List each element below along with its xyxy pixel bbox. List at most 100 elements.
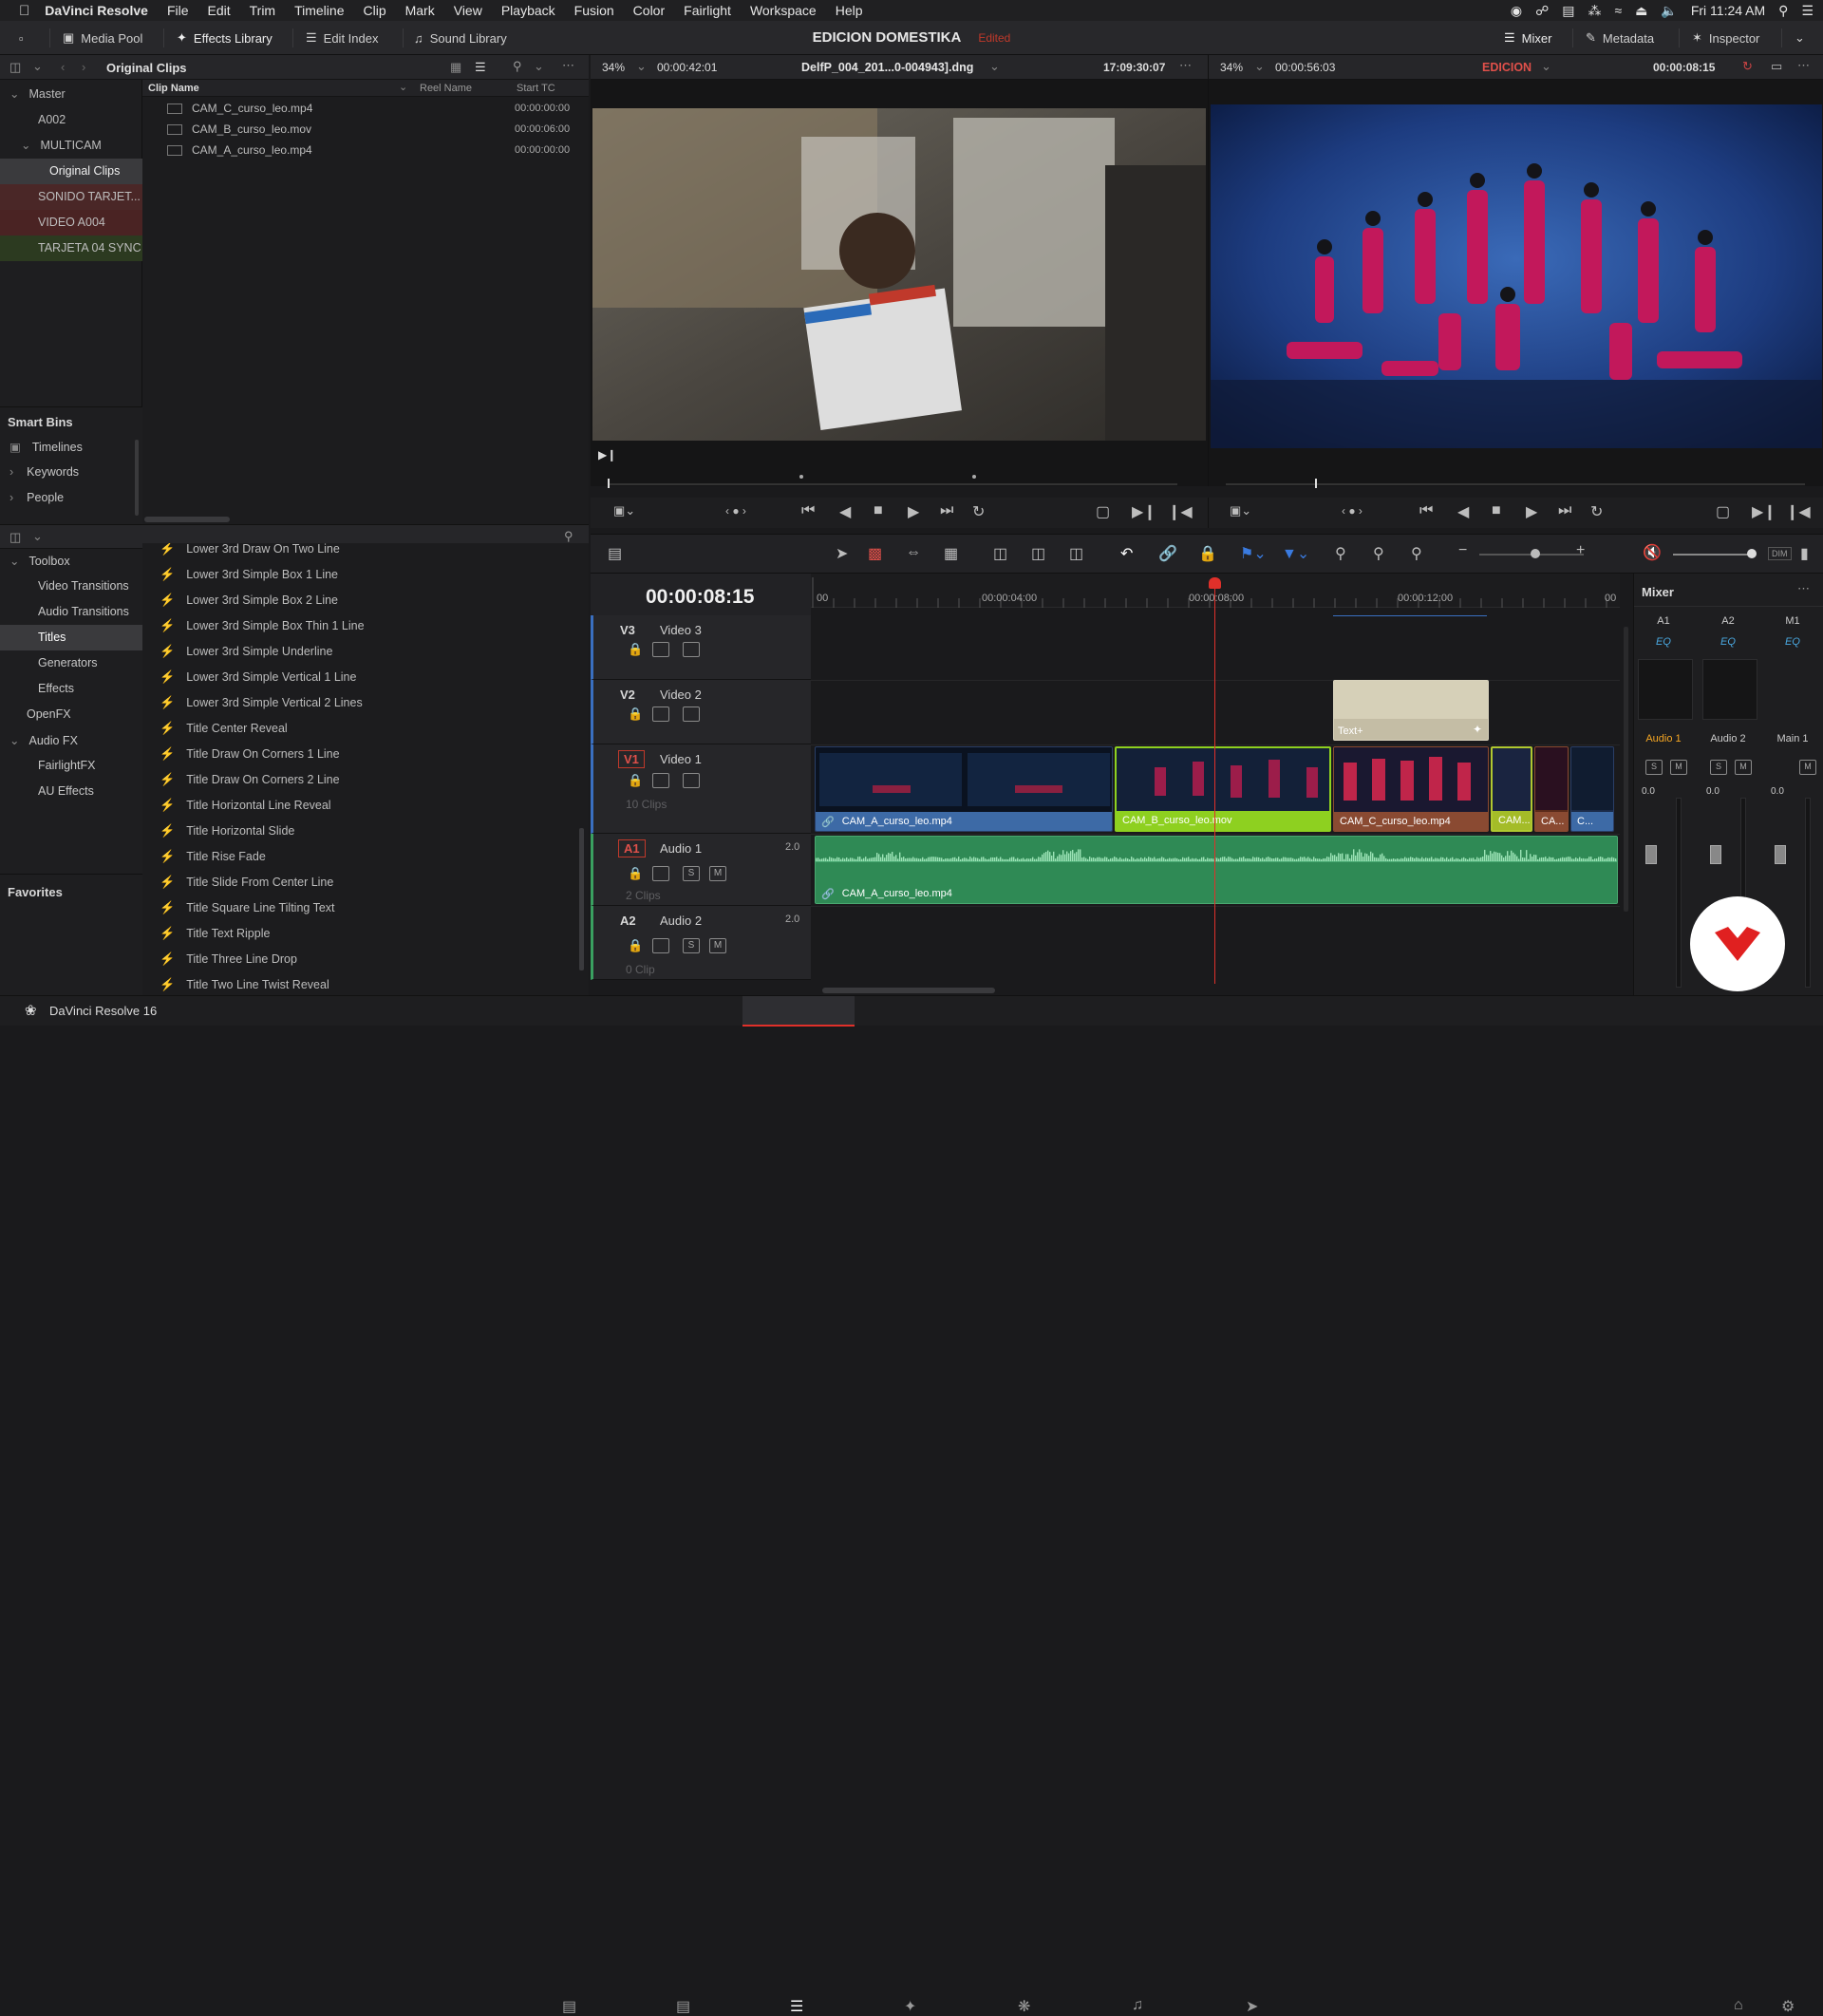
back-icon[interactable]: ‹ [61,60,65,74]
effect-item[interactable]: ⚡ Title Rise Fade [142,843,589,869]
eq-m1[interactable]: EQ [1765,636,1820,648]
effect-item[interactable]: ⚡ Title Draw On Corners 1 Line [142,741,589,766]
dynamic-trim-icon[interactable]: ⇔ [906,544,921,561]
bin-a002[interactable]: A002 [0,107,142,133]
insert-clip-icon[interactable]: ◫ [993,544,1007,563]
track-name[interactable]: Audio 2 [660,914,702,928]
zoom-custom-icon[interactable]: ⚲ [1411,544,1422,563]
toolbox-titles-selected[interactable] [0,625,142,650]
audio-fx-node[interactable]: ⌄ Audio FX [9,733,78,747]
master-volume-knob[interactable] [1747,549,1757,558]
track-enable-icon[interactable] [683,707,700,722]
zoom-full-icon[interactable]: ⚲ [1335,544,1346,563]
more-options-icon[interactable]: ⋯ [1797,581,1810,596]
play-to-end-icon[interactable]: ▶❙ [598,448,616,462]
track-header-a1[interactable]: A1 Audio 1 2.0 🔒 S M 2 Clips [591,834,811,906]
mark-in-icon[interactable]: ▶❙ [1752,502,1776,521]
skip-back-icon[interactable]: ⏮ [801,502,815,519]
mixer-mute-m1[interactable]: M [1799,760,1816,775]
zoom-chevron-icon[interactable]: ⌄ [1254,59,1265,74]
search-icon[interactable]: ⚲ [564,529,573,544]
edit-index-button[interactable]: ☰ Edit Index [300,27,384,49]
bin-video-a004[interactable]: VIDEO A004 [0,210,142,236]
sound-library-button[interactable]: ♫ Sound Library [408,27,513,49]
play-reverse-icon[interactable]: ◀ [1457,502,1469,521]
match-frame-icon[interactable]: ▢ [1716,502,1730,521]
video-clip-cam-b[interactable]: CAM_B_curso_leo.mov [1115,746,1331,832]
col-clip-name[interactable]: Clip Name [148,83,199,94]
effect-item[interactable]: ⚡ Title Square Line Tilting Text [142,895,589,920]
trim-tool-icon[interactable]: ▩ [868,544,882,563]
pan-a2[interactable] [1702,659,1757,720]
effect-item[interactable]: ⚡ Title Horizontal Line Reveal [142,792,589,818]
toolbox-openfx[interactable]: OpenFX [27,707,71,721]
video-clip-cam-c[interactable]: CAM_C_curso_leo.mp4 [1333,746,1489,832]
replace-clip-icon[interactable]: ◫ [1069,544,1083,563]
zoom-slider-knob[interactable] [1531,549,1540,558]
effect-item[interactable]: ⚡ Lower 3rd Simple Underline [142,638,589,664]
zoom-out-icon[interactable]: − [1458,542,1467,559]
marker-icon[interactable]: ▼⌄ [1282,544,1309,563]
skip-forward-icon[interactable]: ⏭ [1558,502,1571,519]
track-id-destination[interactable]: V1 [618,750,645,768]
menu-edit[interactable]: Edit [208,3,231,18]
toolbox-node[interactable]: ⌄ Toolbox [9,554,70,568]
zoom-detail-icon[interactable]: ⚲ [1373,544,1384,563]
fader-a2[interactable] [1710,845,1721,864]
menu-clip[interactable]: Clip [363,3,385,18]
menu-mark[interactable]: Mark [405,3,435,18]
effect-item[interactable]: ⚡ Title Two Line Twist Reveal [142,971,589,995]
timeline-vscrollbar[interactable] [1624,627,1628,912]
volume-icon[interactable]: 🔈 [1661,3,1677,19]
effect-item[interactable]: ⚡ Lower 3rd Simple Vertical 2 Lines [142,689,589,715]
mute-button[interactable]: M [709,866,726,881]
toolbox-effects[interactable]: Effects [38,682,74,695]
bin-sonido[interactable]: SONIDO TARJET... [0,184,142,210]
drive-icon[interactable]: ▤ [1562,3,1574,19]
sync-icon[interactable]: ↻ [1742,59,1753,74]
effect-item[interactable]: ⚡ Title Center Reveal [142,715,589,741]
pan-a1[interactable] [1638,659,1693,720]
sort-chevron-icon[interactable]: ⌄ [399,81,407,93]
fader-m1[interactable] [1775,845,1786,864]
clip-row[interactable]: CAM_B_curso_leo.mov 00:00:06:00 [142,119,589,140]
lock-icon[interactable]: 🔒 [628,938,643,953]
wifi-icon[interactable]: ≈ [1614,3,1622,18]
overwrite-clip-icon[interactable]: ◫ [1031,544,1045,563]
track-enable-icon[interactable] [683,642,700,657]
blade-tool-icon[interactable]: ▦ [944,544,958,563]
clip-row[interactable]: CAM_C_curso_leo.mp4 00:00:00:00 [142,98,589,119]
dim-icon[interactable]: DIM [1768,547,1792,560]
viewer-mode-icon[interactable]: ▭ [1771,59,1782,74]
effect-item[interactable]: ⚡ Title Horizontal Slide [142,818,589,843]
eq-a1[interactable]: EQ [1636,636,1691,648]
menu-trim[interactable]: Trim [250,3,275,18]
solo-button[interactable]: S [683,938,700,953]
metadata-button[interactable]: ✎ Metadata [1580,27,1660,49]
edit-page-tab[interactable] [742,996,855,1027]
flag-icon[interactable]: ⚑⌄ [1240,544,1267,563]
timeline-scrollbar[interactable] [822,988,995,993]
chevron-down-icon[interactable]: ⌄ [32,59,43,74]
track-header-v2[interactable]: V2 Video 2 🔒 [591,680,811,744]
auto-select-icon[interactable] [652,707,669,722]
mute-icon[interactable]: 🔇 [1643,543,1662,562]
more-options-icon[interactable]: ⋯ [1797,58,1810,73]
linked-selection-icon[interactable]: 🔗 [1158,544,1177,563]
auto-select-icon[interactable] [652,938,669,953]
video-clip-cam-a[interactable]: 🔗 CAM_A_curso_leo.mp4 [815,746,1113,832]
bins-scrollbar[interactable] [135,440,139,516]
play-reverse-icon[interactable]: ◀ [839,502,851,521]
zoom-in-icon[interactable]: + [1576,542,1585,559]
mixer-solo-a2[interactable]: S [1710,760,1727,775]
forward-icon[interactable]: › [82,60,85,74]
video-clip-small[interactable]: CAM... [1491,746,1532,832]
timeline-view-options-icon[interactable]: ▤ [608,544,622,563]
jog-icon[interactable]: ‹ ● › [725,504,746,518]
mute-button[interactable]: M [709,938,726,953]
menu-fairlight[interactable]: Fairlight [684,3,731,18]
timeline-name[interactable]: EDICION [1482,61,1532,74]
bin-original-clips[interactable]: Original Clips [0,159,142,184]
settings-gear-icon[interactable]: ⚙ [1781,1997,1795,2016]
mixer-solo-a1[interactable]: S [1645,760,1663,775]
